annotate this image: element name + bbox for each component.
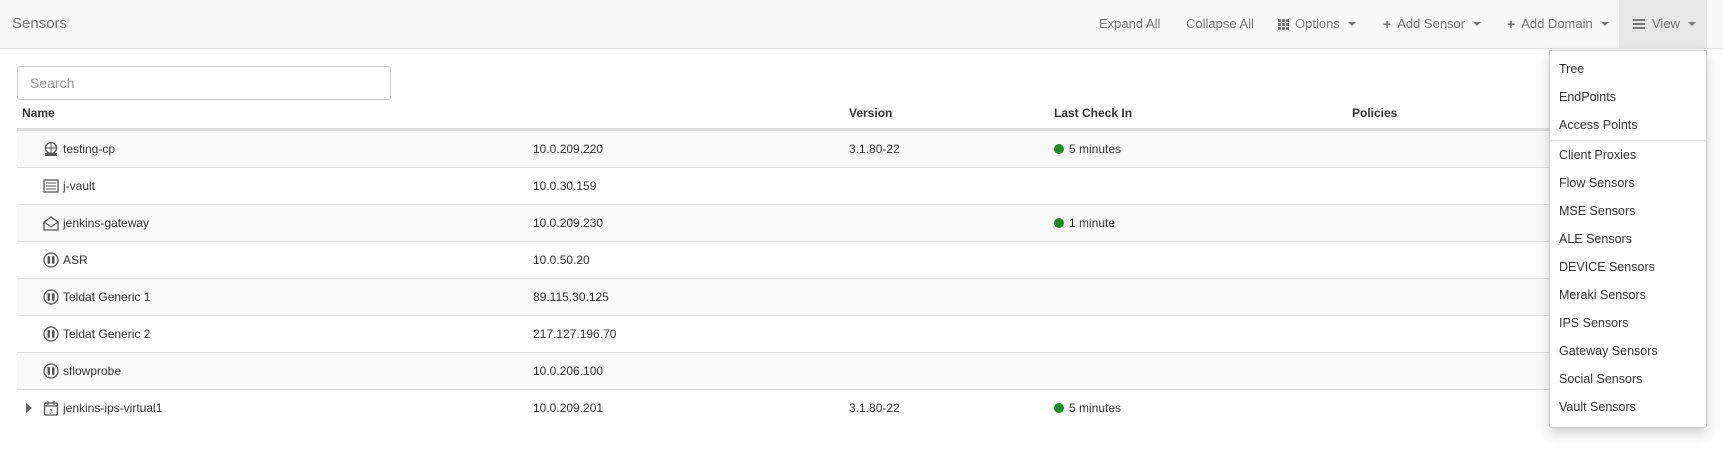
ips-icon: 3 — [43, 401, 59, 416]
sensor-name: jenkins-ips-virtual1 — [63, 401, 163, 415]
status-dot-icon — [1054, 218, 1064, 228]
sensor-name: sflowprobe — [63, 364, 122, 378]
menu-item-flow-sensors[interactable]: Flow Sensors — [1550, 169, 1706, 197]
sensor-name: ASR — [63, 253, 88, 267]
search-input[interactable] — [17, 66, 391, 100]
header-last-check-in: Last Check In — [1054, 106, 1133, 120]
view-label: View — [1652, 16, 1680, 31]
add-domain-button[interactable]: + Add Domain — [1507, 0, 1609, 48]
menu-item-social-sensors[interactable]: Social Sensors — [1550, 365, 1706, 393]
collapse-all-button[interactable]: Collapse All — [1186, 0, 1254, 48]
table-header: Name Version Last Check In Policies — [17, 104, 1577, 130]
plus-icon: + — [1507, 16, 1516, 32]
sensor-ip: 10.0.209.201 — [533, 401, 604, 415]
sensor-name: testing-cp — [63, 142, 116, 156]
table-row[interactable]: testing-cp 10.0.209.220 3.1.80-22 5 minu… — [17, 130, 1577, 167]
menu-item-endpoints[interactable]: EndPoints — [1550, 83, 1706, 111]
sensor-ip: 10.0.209.220 — [533, 142, 604, 156]
flow-sensor-icon — [43, 289, 59, 305]
table-row[interactable]: j-vault 10.0.30.159 — [17, 167, 1577, 204]
add-domain-label: Add Domain — [1521, 16, 1593, 31]
sensor-ip: 10.0.209.230 — [533, 216, 604, 230]
sensors-table: Name Version Last Check In Policies test… — [17, 104, 1577, 426]
options-dropdown-button[interactable]: Options — [1278, 0, 1356, 48]
gateway-icon — [43, 216, 59, 231]
caret-down-icon — [1347, 22, 1356, 26]
last-check-in-text: 1 minute — [1069, 216, 1116, 230]
expand-all-label: Expand All — [1099, 16, 1161, 31]
caret-down-icon — [1600, 22, 1609, 26]
sensor-ip: 89.115.30.125 — [533, 290, 609, 304]
sensor-last-check-in: 1 minute — [1054, 216, 1115, 230]
flow-sensor-icon — [43, 326, 59, 342]
sensor-last-check-in: 5 minutes — [1054, 142, 1121, 156]
sensor-ip: 217.127.196.70 — [533, 327, 617, 341]
sensor-last-check-in: 5 minutes — [1054, 401, 1121, 415]
caret-down-icon — [1473, 22, 1482, 26]
last-check-in-text: 5 minutes — [1069, 142, 1122, 156]
menu-item-meraki-sensors[interactable]: Meraki Sensors — [1550, 281, 1706, 309]
expand-arrow-icon[interactable] — [26, 403, 32, 413]
menu-item-ips-sensors[interactable]: IPS Sensors — [1550, 309, 1706, 337]
menu-item-access-points[interactable]: Access Points — [1550, 111, 1706, 139]
status-dot-icon — [1054, 403, 1064, 413]
vault-icon — [43, 179, 59, 193]
page-title: Sensors — [12, 15, 68, 32]
expand-all-button[interactable]: Expand All — [1099, 0, 1160, 48]
flow-sensor-icon — [43, 252, 59, 268]
sensor-version: 3.1.80-22 — [849, 401, 900, 415]
add-sensor-button[interactable]: + Add Sensor — [1383, 0, 1482, 48]
menu-item-device-sensors[interactable]: DEVICE Sensors — [1550, 253, 1706, 281]
menu-item-vault-sensors[interactable]: Vault Sensors — [1550, 393, 1706, 421]
menu-item-client-proxies[interactable]: Client Proxies — [1550, 141, 1706, 169]
menu-item-mse-sensors[interactable]: MSE Sensors — [1550, 197, 1706, 225]
proxy-icon — [44, 141, 58, 156]
menu-item-ale-sensors[interactable]: ALE Sensors — [1550, 225, 1706, 253]
view-dropdown-menu: Tree EndPoints Access Points Client Prox… — [1549, 50, 1707, 428]
status-dot-icon — [1054, 144, 1064, 154]
last-check-in-text: 5 minutes — [1069, 401, 1122, 415]
table-row[interactable]: Teldat Generic 1 89.115.30.125 — [17, 278, 1577, 315]
add-sensor-label: Add Sensor — [1397, 16, 1466, 31]
list-icon — [1633, 19, 1646, 29]
table-row[interactable]: ASR 10.0.50.20 — [17, 241, 1577, 278]
header-name: Name — [22, 106, 55, 120]
top-navbar: Sensors Expand All Collapse All Options … — [0, 0, 1723, 49]
table-row[interactable]: jenkins-gateway 10.0.209.230 1 minute — [17, 204, 1577, 241]
flow-sensor-icon — [43, 363, 59, 379]
table-row[interactable]: 3 jenkins-ips-virtual1 10.0.209.201 3.1.… — [17, 389, 1577, 426]
plus-icon: + — [1383, 16, 1392, 32]
sensor-version: 3.1.80-22 — [849, 142, 900, 156]
grid-icon — [1278, 18, 1289, 30]
sensor-ip: 10.0.206.100 — [533, 364, 604, 378]
svg-text:3: 3 — [49, 408, 53, 415]
table-row[interactable]: sflowprobe 10.0.206.100 — [17, 352, 1577, 389]
header-version: Version — [849, 106, 893, 120]
header-policies: Policies — [1352, 106, 1398, 120]
sensor-ip: 10.0.50.20 — [533, 253, 590, 267]
table-body: testing-cp 10.0.209.220 3.1.80-22 5 minu… — [17, 130, 1577, 426]
sensor-name: Teldat Generic 1 — [63, 290, 151, 304]
view-dropdown-button[interactable]: View — [1619, 0, 1707, 48]
menu-item-gateway-sensors[interactable]: Gateway Sensors — [1550, 337, 1706, 365]
sensor-name: jenkins-gateway — [63, 216, 150, 230]
caret-down-icon — [1687, 22, 1696, 26]
sensor-name: j-vault — [63, 179, 96, 193]
table-row[interactable]: Teldat Generic 2 217.127.196.70 — [17, 315, 1577, 352]
collapse-all-label: Collapse All — [1186, 16, 1254, 31]
sensor-name: Teldat Generic 2 — [63, 327, 151, 341]
menu-item-tree[interactable]: Tree — [1550, 55, 1706, 83]
sensor-ip: 10.0.30.159 — [533, 179, 597, 193]
options-label: Options — [1295, 16, 1340, 31]
